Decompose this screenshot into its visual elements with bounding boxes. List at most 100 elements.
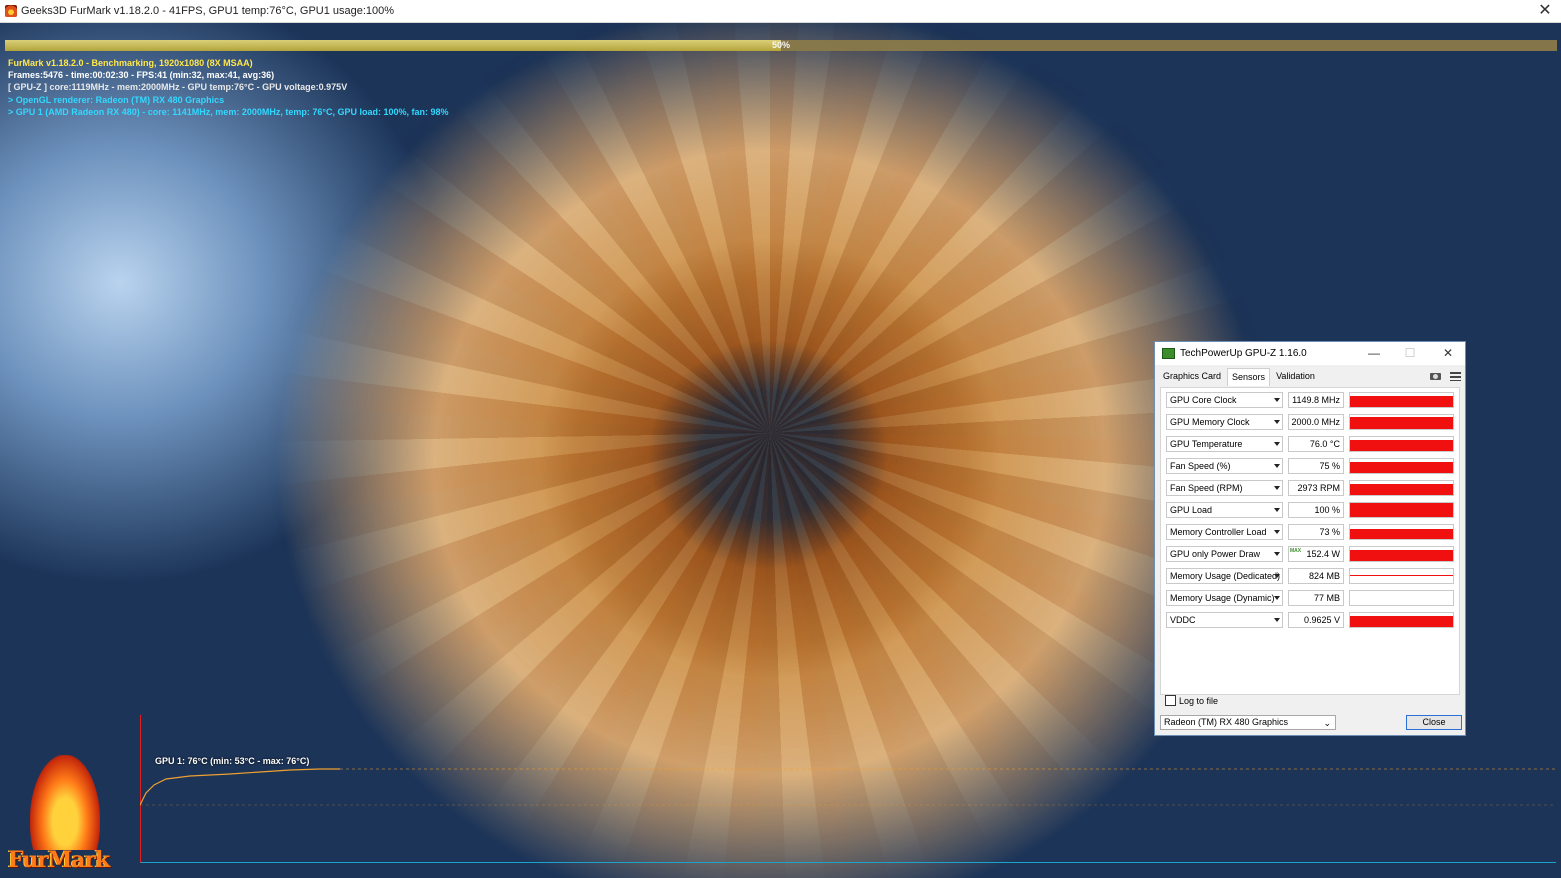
sensor-value: 100 % [1288, 502, 1344, 518]
sensor-name-dropdown[interactable]: GPU Core Clock [1166, 392, 1283, 408]
sensor-value-text: 76.0 °C [1309, 439, 1340, 449]
sensor-value-text: 73 % [1319, 527, 1340, 537]
tab-validation[interactable]: Validation [1272, 368, 1319, 385]
sensor-graph-bar [1350, 417, 1453, 429]
sensor-value: 2973 RPM [1288, 480, 1344, 496]
sensor-graph [1349, 392, 1454, 408]
sensor-graph [1349, 414, 1454, 430]
temperature-graph [140, 768, 1555, 806]
gpu-select-dropdown[interactable]: Radeon (TM) RX 480 Graphics ⌄ [1160, 715, 1336, 730]
gpuz-app-icon [1162, 348, 1175, 359]
sensor-row: Memory Usage (Dynamic) 77 MB [1166, 590, 1456, 606]
osd-gpu1-info: > GPU 1 (AMD Radeon RX 480) - core: 1141… [8, 107, 449, 117]
dropdown-arrow-icon [1274, 574, 1280, 578]
osd-gpuz-info: [ GPU-Z ] core:1119MHz - mem:2000MHz - G… [8, 82, 348, 92]
sensor-value-text: 152.4 W [1306, 549, 1340, 559]
sensor-row: Memory Controller Load 73 % [1166, 524, 1456, 540]
tab-sensors[interactable]: Sensors [1227, 368, 1271, 386]
sensor-value: 75 % [1288, 458, 1344, 474]
sensor-name-dropdown[interactable]: Memory Usage (Dedicated) [1166, 568, 1283, 584]
sensor-row: Fan Speed (RPM) 2973 RPM [1166, 480, 1456, 496]
sensor-graph-bar [1350, 396, 1453, 407]
sensor-name: GPU Load [1170, 505, 1213, 515]
sensor-graph [1349, 436, 1454, 452]
window-title: Geeks3D FurMark v1.18.2.0 - 41FPS, GPU1 … [21, 5, 395, 17]
sensor-row: GPU Memory Clock 2000.0 MHz [1166, 414, 1456, 430]
sensor-graph [1349, 590, 1454, 606]
sensor-graph-bar [1350, 503, 1453, 517]
benchmark-progress-bar: 50% [5, 40, 1557, 51]
dropdown-arrow-icon [1274, 552, 1280, 556]
sensor-graph-bar [1350, 529, 1453, 539]
sensor-value: 76.0 °C [1288, 436, 1344, 452]
sensor-value: 77 MB [1288, 590, 1344, 606]
sensor-value-text: 2973 RPM [1297, 483, 1340, 493]
dropdown-arrow-icon [1274, 508, 1280, 512]
furmark-logo: FurMark [8, 755, 128, 873]
log-to-file-label: Log to file [1179, 695, 1219, 706]
sensor-name-dropdown[interactable]: GPU only Power Draw [1166, 546, 1283, 562]
gpuz-close-icon[interactable]: ✕ [1431, 342, 1465, 365]
sensor-name: Memory Usage (Dedicated) [1170, 571, 1281, 581]
dropdown-arrow-icon [1274, 596, 1280, 600]
sensor-graph [1349, 524, 1454, 540]
sensor-name-dropdown[interactable]: GPU Memory Clock [1166, 414, 1283, 430]
flame-icon [30, 755, 100, 850]
gpuz-minimize-button[interactable]: — [1357, 342, 1391, 365]
log-to-file-option[interactable]: Log to file [1165, 695, 1218, 706]
sensor-value-text: 824 MB [1308, 571, 1340, 581]
gpuz-window: TechPowerUp GPU-Z 1.16.0 — ☐ ✕ Graphics … [1154, 341, 1466, 736]
sensor-name-dropdown[interactable]: Fan Speed (RPM) [1166, 480, 1283, 496]
log-to-file-checkbox[interactable] [1165, 695, 1176, 706]
dropdown-arrow-icon [1274, 464, 1280, 468]
sensor-row: Memory Usage (Dedicated) 824 MB [1166, 568, 1456, 584]
window-close-button[interactable]: ✕ [1535, 1, 1555, 21]
sensor-graph-bar [1350, 575, 1453, 576]
gpuz-titlebar: TechPowerUp GPU-Z 1.16.0 — ☐ ✕ [1155, 342, 1465, 365]
sensor-value-text: 77 MB [1313, 593, 1340, 603]
dropdown-arrow-icon [1274, 442, 1280, 446]
sensor-graph [1349, 546, 1454, 562]
sensor-value-text: 100 % [1314, 505, 1340, 515]
osd-renderer-info: > OpenGL renderer: Radeon (TM) RX 480 Gr… [8, 95, 225, 105]
sensor-graph-bar [1350, 462, 1453, 473]
sensor-name: Fan Speed (RPM) [1170, 483, 1243, 493]
sensor-graph-bar [1350, 484, 1453, 495]
furmark-app-icon [5, 5, 17, 17]
sensor-graph [1349, 480, 1454, 496]
sensor-value: 824 MB [1288, 568, 1344, 584]
camera-icon[interactable] [1430, 373, 1441, 380]
sensor-row: GPU only Power Draw MAX 152.4 W [1166, 546, 1456, 562]
gpuz-close-button[interactable]: Close [1406, 715, 1462, 730]
sensor-row: GPU Temperature 76.0 °C [1166, 436, 1456, 452]
sensor-row: GPU Load 100 % [1166, 502, 1456, 518]
osd-frames-info: Frames:5476 - time:00:02:30 - FPS:41 (mi… [8, 70, 275, 80]
sensor-row: Fan Speed (%) 75 % [1166, 458, 1456, 474]
sensor-name: VDDC [1170, 615, 1196, 625]
sensor-graph-bar [1350, 550, 1453, 561]
chevron-down-icon: ⌄ [1323, 718, 1331, 728]
sensor-name-dropdown[interactable]: VDDC [1166, 612, 1283, 628]
sensor-value-text: 0.9625 V [1303, 615, 1340, 625]
hamburger-menu-icon[interactable] [1450, 372, 1461, 381]
sensor-name-dropdown[interactable]: Memory Controller Load [1166, 524, 1283, 540]
sensor-graph [1349, 568, 1454, 584]
sensor-name: Memory Controller Load [1170, 527, 1267, 537]
sensor-value-text: 1149.8 MHz [1292, 395, 1340, 405]
sensor-name-dropdown[interactable]: Fan Speed (%) [1166, 458, 1283, 474]
sensor-name-dropdown[interactable]: GPU Temperature [1166, 436, 1283, 452]
gpuz-toolbar [1430, 370, 1461, 381]
sensor-name-dropdown[interactable]: Memory Usage (Dynamic) [1166, 590, 1283, 606]
sensor-value: MAX 152.4 W [1288, 546, 1344, 562]
tab-graphics-card[interactable]: Graphics Card [1159, 368, 1225, 385]
logo-text: FurMark [8, 847, 110, 873]
gpuz-maximize-button[interactable]: ☐ [1393, 342, 1427, 365]
sensor-graph [1349, 502, 1454, 518]
sensor-name-dropdown[interactable]: GPU Load [1166, 502, 1283, 518]
sensor-value: 73 % [1288, 524, 1344, 540]
sensor-value: 0.9625 V [1288, 612, 1344, 628]
sensor-name: GPU Core Clock [1170, 395, 1237, 405]
sensor-value: 2000.0 MHz [1288, 414, 1344, 430]
dropdown-arrow-icon [1274, 486, 1280, 490]
gpu-select-value: Radeon (TM) RX 480 Graphics [1164, 717, 1289, 727]
